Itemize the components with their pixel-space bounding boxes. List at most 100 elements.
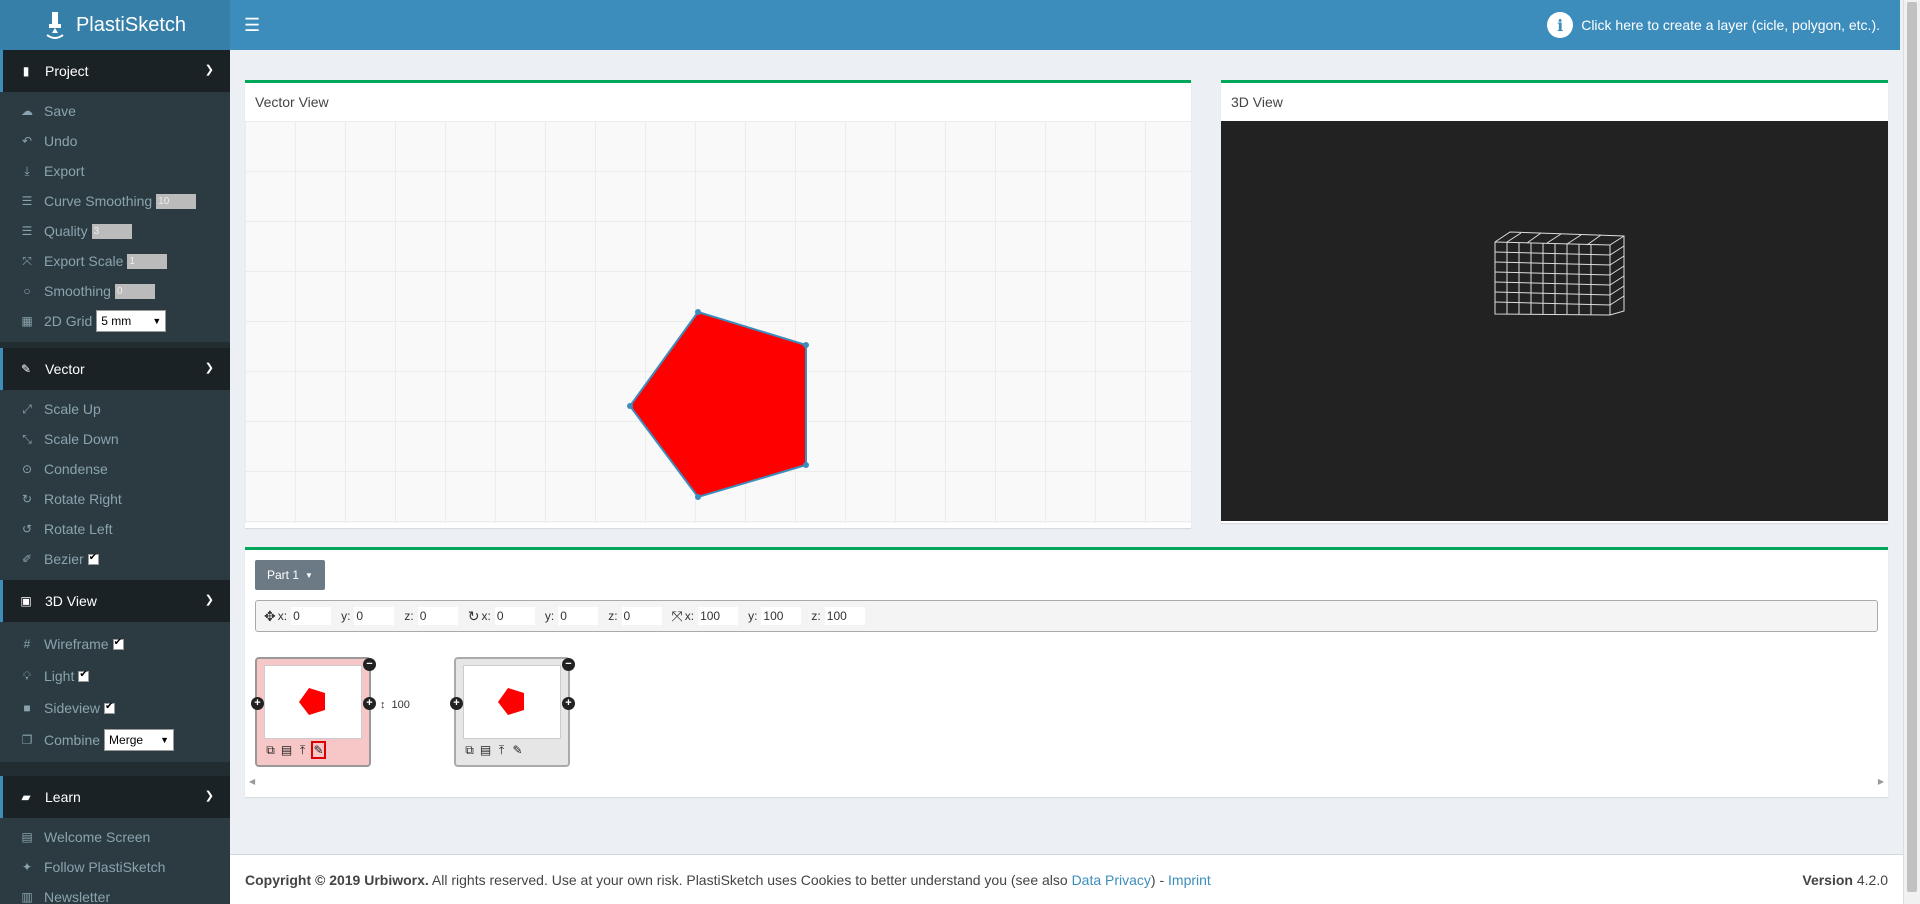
rotate-x: ↻ x: 0 xyxy=(468,607,535,625)
wireframe-checkbox[interactable] xyxy=(112,637,124,650)
duplicate-icon[interactable]: ⧉ xyxy=(263,741,278,759)
smoothing-input[interactable]: 0 xyxy=(114,283,155,299)
app-logo[interactable]: PlastiSketch xyxy=(0,0,230,50)
wireframe-model[interactable] xyxy=(1221,121,1888,521)
horizontal-scrollbar[interactable]: ◀ ▶ xyxy=(245,777,1888,791)
menu-follow[interactable]: ✦ Follow PlastiSketch xyxy=(0,852,230,882)
translate-z-input[interactable]: 0 xyxy=(417,607,458,625)
section-3d-view[interactable]: ▣ 3D View ❯ xyxy=(0,580,230,622)
vertex-handle[interactable] xyxy=(803,462,809,468)
translate-x-input[interactable]: 0 xyxy=(291,607,332,625)
quality-input[interactable]: 3 xyxy=(91,223,132,239)
menu-sideview: ■ Sideview xyxy=(0,692,230,724)
vertex-handle[interactable] xyxy=(627,403,633,409)
condense-label: Condense xyxy=(44,461,108,477)
edit-icon[interactable]: ✎ xyxy=(311,741,326,759)
menu-save[interactable]: ☁ Save xyxy=(0,96,230,126)
compress-arrows-icon: ⤡ xyxy=(22,431,32,446)
menu-smoothing: ○ Smoothing 0 xyxy=(0,276,230,306)
scrollbar-thumb[interactable] xyxy=(1907,2,1917,892)
section-learn[interactable]: ▰ Learn ❯ xyxy=(0,776,230,818)
vector-menu: ⤢ Scale Up ⤡ Scale Down ⊙ Condense ↻ Rotate … xyxy=(0,390,230,580)
part-select-button[interactable]: Part 1 ▼ xyxy=(255,560,325,590)
data-privacy-link[interactable]: Data Privacy xyxy=(1072,872,1151,888)
curve-smoothing-input[interactable]: 10 xyxy=(156,193,197,209)
bezier-checkbox[interactable] xyxy=(87,552,99,565)
move-icon: ✥ xyxy=(264,607,276,624)
combine-select[interactable]: Merge ▼ xyxy=(104,729,175,751)
menu-undo[interactable]: ↶ Undo xyxy=(0,126,230,156)
imprint-link[interactable]: Imprint xyxy=(1168,872,1211,888)
translate-y-label: y: xyxy=(341,609,351,623)
upload-icon[interactable]: ⤒ xyxy=(494,741,509,759)
scroll-right-icon[interactable]: ▶ xyxy=(1878,777,1884,786)
create-layer-hint[interactable]: i Click here to create a layer (cicle, p… xyxy=(1547,12,1880,38)
paste-icon[interactable]: ▤ xyxy=(279,741,294,759)
layer-height-input[interactable]: 100 xyxy=(389,697,430,713)
section-3d-view-title: 3D View xyxy=(45,593,97,609)
expand-arrows-icon: ⤢ xyxy=(22,401,32,416)
vertex-handle[interactable] xyxy=(695,494,701,500)
remove-layer-icon[interactable]: − xyxy=(363,658,376,671)
menu-export-scale: ⤧ Export Scale 1 xyxy=(0,246,230,276)
menu-rotate-left[interactable]: ↺ Rotate Left xyxy=(0,514,230,544)
upload-icon[interactable]: ⤒ xyxy=(295,741,310,759)
rotate-z-input[interactable]: 0 xyxy=(621,607,662,625)
rotate-x-input[interactable]: 0 xyxy=(494,607,535,625)
scroll-left-icon[interactable]: ◀ xyxy=(249,777,255,786)
rotate-y-label: y: xyxy=(544,609,555,623)
menu-export[interactable]: ⤓ Export xyxy=(0,156,230,186)
section-project[interactable]: ▮ Project ❯ xyxy=(0,50,230,92)
add-layer-left-icon[interactable]: + xyxy=(251,697,264,710)
scale-y-input[interactable]: 100 xyxy=(761,607,802,625)
circle-icon: ○ xyxy=(23,284,31,298)
scale-x-input[interactable]: 100 xyxy=(698,607,739,625)
vector-canvas[interactable] xyxy=(245,121,1191,523)
pentagon-shape[interactable] xyxy=(628,310,807,499)
section-vector[interactable]: ✎ Vector ❯ xyxy=(0,348,230,390)
version-number: 4.2.0 xyxy=(1856,871,1888,888)
menu-scale-up[interactable]: ⤢ Scale Up xyxy=(0,394,230,424)
menu-rotate-right[interactable]: ↻ Rotate Right xyxy=(0,484,230,514)
undo-icon: ↶ xyxy=(21,134,33,148)
scale-z-input[interactable]: 100 xyxy=(824,607,865,625)
project-menu: ☁ Save ↶ Undo ⤓ Export ☰ Curve Smoothing 10 ☰… xyxy=(0,92,230,342)
rotate-icon: ↻ xyxy=(467,607,480,624)
grid-select[interactable]: 5 mm ▼ xyxy=(96,310,167,332)
part-select-label: Part 1 xyxy=(267,568,300,582)
vertical-scrollbar[interactable] xyxy=(1903,0,1920,904)
light-checkbox[interactable] xyxy=(78,669,90,682)
vertex-handle[interactable] xyxy=(695,309,701,315)
sideview-checkbox[interactable] xyxy=(104,701,116,714)
duplicate-icon[interactable]: ⧉ xyxy=(462,741,477,759)
rotate-left-icon: ↺ xyxy=(21,522,33,536)
menu-welcome-screen[interactable]: ▤ Welcome Screen xyxy=(0,822,230,852)
menu-condense[interactable]: ⊙ Condense xyxy=(0,454,230,484)
menu-newsletter[interactable]: ▥ Newsletter xyxy=(0,882,230,904)
hamburger-menu-icon[interactable]: ☰ xyxy=(244,16,260,34)
add-layer-left-icon[interactable]: + xyxy=(450,697,463,710)
menu-save-label: Save xyxy=(44,103,76,119)
caret-down-icon: ▼ xyxy=(305,570,313,580)
layer-preview-shape xyxy=(498,688,524,715)
rotate-right-icon: ↻ xyxy=(21,492,33,506)
menu-scale-down[interactable]: ⤡ Scale Down xyxy=(0,424,230,454)
remove-layer-icon[interactable]: − xyxy=(562,658,575,671)
add-layer-right-icon[interactable]: + xyxy=(562,697,575,710)
edit-icon[interactable]: ✎ xyxy=(510,741,525,759)
export-scale-input[interactable]: 1 xyxy=(127,253,168,269)
translate-y-input[interactable]: 0 xyxy=(354,607,395,625)
add-layer-right-icon[interactable]: + xyxy=(363,697,376,710)
vector-drawing[interactable] xyxy=(245,121,1191,523)
layer-card[interactable]: ⧉ ▤ ⤒ ✎ − + + xyxy=(251,657,376,767)
three-canvas[interactable] xyxy=(1221,121,1888,521)
sliders-icon: ☰ xyxy=(21,194,33,208)
file-icon: ▮ xyxy=(22,64,30,78)
scale-x: ⤧ x: 100 xyxy=(672,607,739,625)
layer-card[interactable]: ⧉ ▤ ⤒ ✎ − + + xyxy=(450,657,575,767)
vertex-handle[interactable] xyxy=(803,342,809,348)
cloud-upload-icon: ☁ xyxy=(21,104,33,118)
paste-icon[interactable]: ▤ xyxy=(478,741,493,759)
rotate-y-input[interactable]: 0 xyxy=(558,607,599,625)
combine-label: Combine xyxy=(44,732,101,748)
